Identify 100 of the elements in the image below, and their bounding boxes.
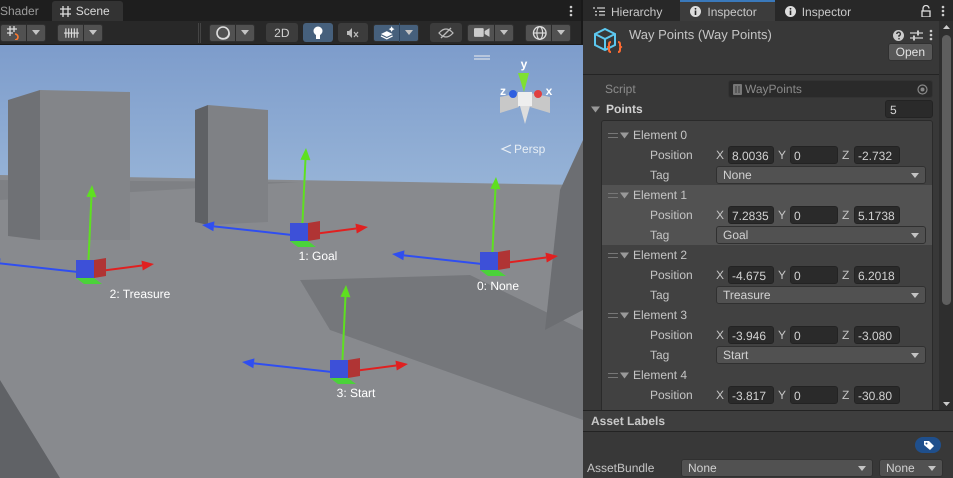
sliders-icon[interactable] [910, 30, 923, 40]
foldout-arrow-icon[interactable] [620, 130, 629, 140]
tag-icon[interactable] [915, 437, 941, 453]
drag-handle-icon[interactable] [608, 372, 618, 378]
caret-icon [89, 30, 97, 35]
effects-button[interactable] [372, 24, 419, 42]
caret-icon [500, 30, 508, 35]
caret-icon [911, 352, 919, 358]
2d-toggle-button[interactable]: 2D [266, 23, 298, 42]
more-options-icon[interactable] [929, 29, 933, 41]
scene-tab[interactable]: Scene [52, 1, 123, 21]
lock-icon[interactable] [921, 4, 931, 16]
axis-label: X [716, 208, 724, 222]
info-icon [690, 6, 702, 17]
orientation-gizmo[interactable] [500, 73, 550, 124]
hidden-button[interactable] [430, 23, 462, 42]
number-field[interactable]: 0 [790, 386, 838, 404]
waypoint-label: 0: None [476, 279, 520, 293]
scroll-down-icon[interactable] [942, 402, 950, 406]
number-field[interactable]: -2.732 [854, 146, 900, 164]
drag-handle-icon[interactable] [608, 312, 618, 318]
foldout-arrow-icon[interactable] [620, 190, 629, 200]
chevron-left-icon [500, 144, 512, 154]
open-button[interactable]: Open [888, 43, 933, 61]
object-picker-icon[interactable] [917, 84, 928, 94]
panel-tab[interactable]: Inspector [774, 0, 870, 21]
number-field[interactable]: 0 [790, 146, 838, 164]
asset-bundle-dropdown[interactable]: None [681, 459, 873, 477]
sphere-icon [216, 26, 230, 40]
axis-label: X [716, 328, 724, 342]
number-field[interactable]: 5.1738 [854, 206, 900, 224]
grid-snap-icon [7, 26, 21, 40]
element-label: Element 3 [633, 308, 688, 322]
drag-handle-icon[interactable] [608, 132, 618, 138]
panel-tab[interactable]: Hierarchy [583, 0, 680, 21]
drag-handle-icon[interactable] [608, 192, 618, 198]
number-field[interactable]: -3.946 [728, 326, 774, 344]
array-size-field[interactable]: 5 [885, 100, 933, 118]
tag-dropdown[interactable]: Goal [716, 226, 926, 244]
field-label: Position [649, 328, 694, 342]
gizmos-button[interactable] [524, 24, 571, 42]
waypoint-label: 3: Start [336, 386, 376, 400]
tag-dropdown[interactable]: None [716, 166, 926, 184]
number-field[interactable]: 0 [790, 206, 838, 224]
ruler-button[interactable] [57, 24, 103, 42]
bundle-variant-dropdown[interactable]: None [879, 459, 943, 477]
foldout-arrow-icon[interactable] [620, 370, 629, 380]
field-label: Tag [649, 348, 670, 362]
element-label: Element 2 [633, 248, 688, 262]
foldout-arrow-icon[interactable] [620, 310, 629, 320]
more-options-icon[interactable] [569, 4, 573, 16]
number-field[interactable]: 7.2835 [728, 206, 774, 224]
hash-icon [60, 6, 71, 16]
array-element[interactable]: Element 0 Position X 8.0036 Y 0 Z -2.732 Tag None [602, 125, 932, 185]
drag-handle-icon[interactable] [608, 252, 618, 258]
caret-icon [911, 292, 919, 298]
element-label: Element 4 [633, 368, 688, 382]
array-element[interactable]: Element 2 Position X -4.675 Y 0 Z 6.2018 Tag Treasure [602, 245, 932, 305]
number-field[interactable]: 6.2018 [854, 266, 900, 284]
axis-label: Y [778, 208, 786, 222]
axis-label: Y [778, 268, 786, 282]
camera-button[interactable] [467, 24, 514, 42]
array-element[interactable]: Element 1 Position X 7.2835 Y 0 Z 5.1738 Tag Goal [602, 185, 932, 245]
number-field[interactable]: 0 [790, 326, 838, 344]
foldout-arrow-icon[interactable] [591, 104, 600, 114]
number-field[interactable]: 0 [790, 266, 838, 284]
scroll-up-icon[interactable] [942, 25, 950, 29]
waypoint-label: 2: Treasure [110, 287, 170, 301]
number-field[interactable]: -3.080 [854, 326, 900, 344]
waypoint-label: 1: Goal [298, 249, 338, 263]
tag-dropdown[interactable]: Treasure [716, 286, 926, 304]
number-field[interactable]: -3.817 [728, 386, 774, 404]
scene-tab[interactable]: Shader [0, 1, 52, 21]
list-icon [593, 7, 605, 16]
foldout-arrow-icon[interactable] [620, 250, 629, 260]
caret-icon [32, 30, 40, 35]
array-element[interactable]: Element 3 Position X -3.946 Y 0 Z -3.080 Tag Start [602, 305, 932, 365]
light-button[interactable] [302, 23, 332, 42]
audio-button[interactable] [338, 23, 368, 42]
tag-dropdown[interactable]: Start [716, 346, 926, 364]
scrollbar[interactable] [939, 21, 953, 410]
script-field[interactable]: WayPoints [728, 80, 933, 98]
light-bulb-icon [312, 26, 322, 40]
field-label: Tag [649, 228, 670, 242]
number-field[interactable]: 8.0036 [728, 146, 774, 164]
more-options-icon[interactable] [941, 4, 945, 16]
number-field[interactable]: -4.675 [728, 266, 774, 284]
help-icon[interactable] [893, 30, 904, 40]
caret-icon [241, 30, 250, 35]
muted-speaker-icon [346, 26, 360, 38]
globe-icon [532, 24, 547, 40]
axis-label: Z [842, 208, 850, 222]
caret-icon [911, 232, 919, 238]
snap-button[interactable] [0, 24, 46, 42]
number-field[interactable]: -30.80 [854, 386, 900, 404]
info-icon [784, 6, 796, 17]
shading-button[interactable] [208, 24, 256, 42]
axis-label: Z [842, 148, 850, 162]
panel-tab[interactable]: Inspector [680, 0, 775, 21]
axis-label: y [520, 57, 528, 71]
